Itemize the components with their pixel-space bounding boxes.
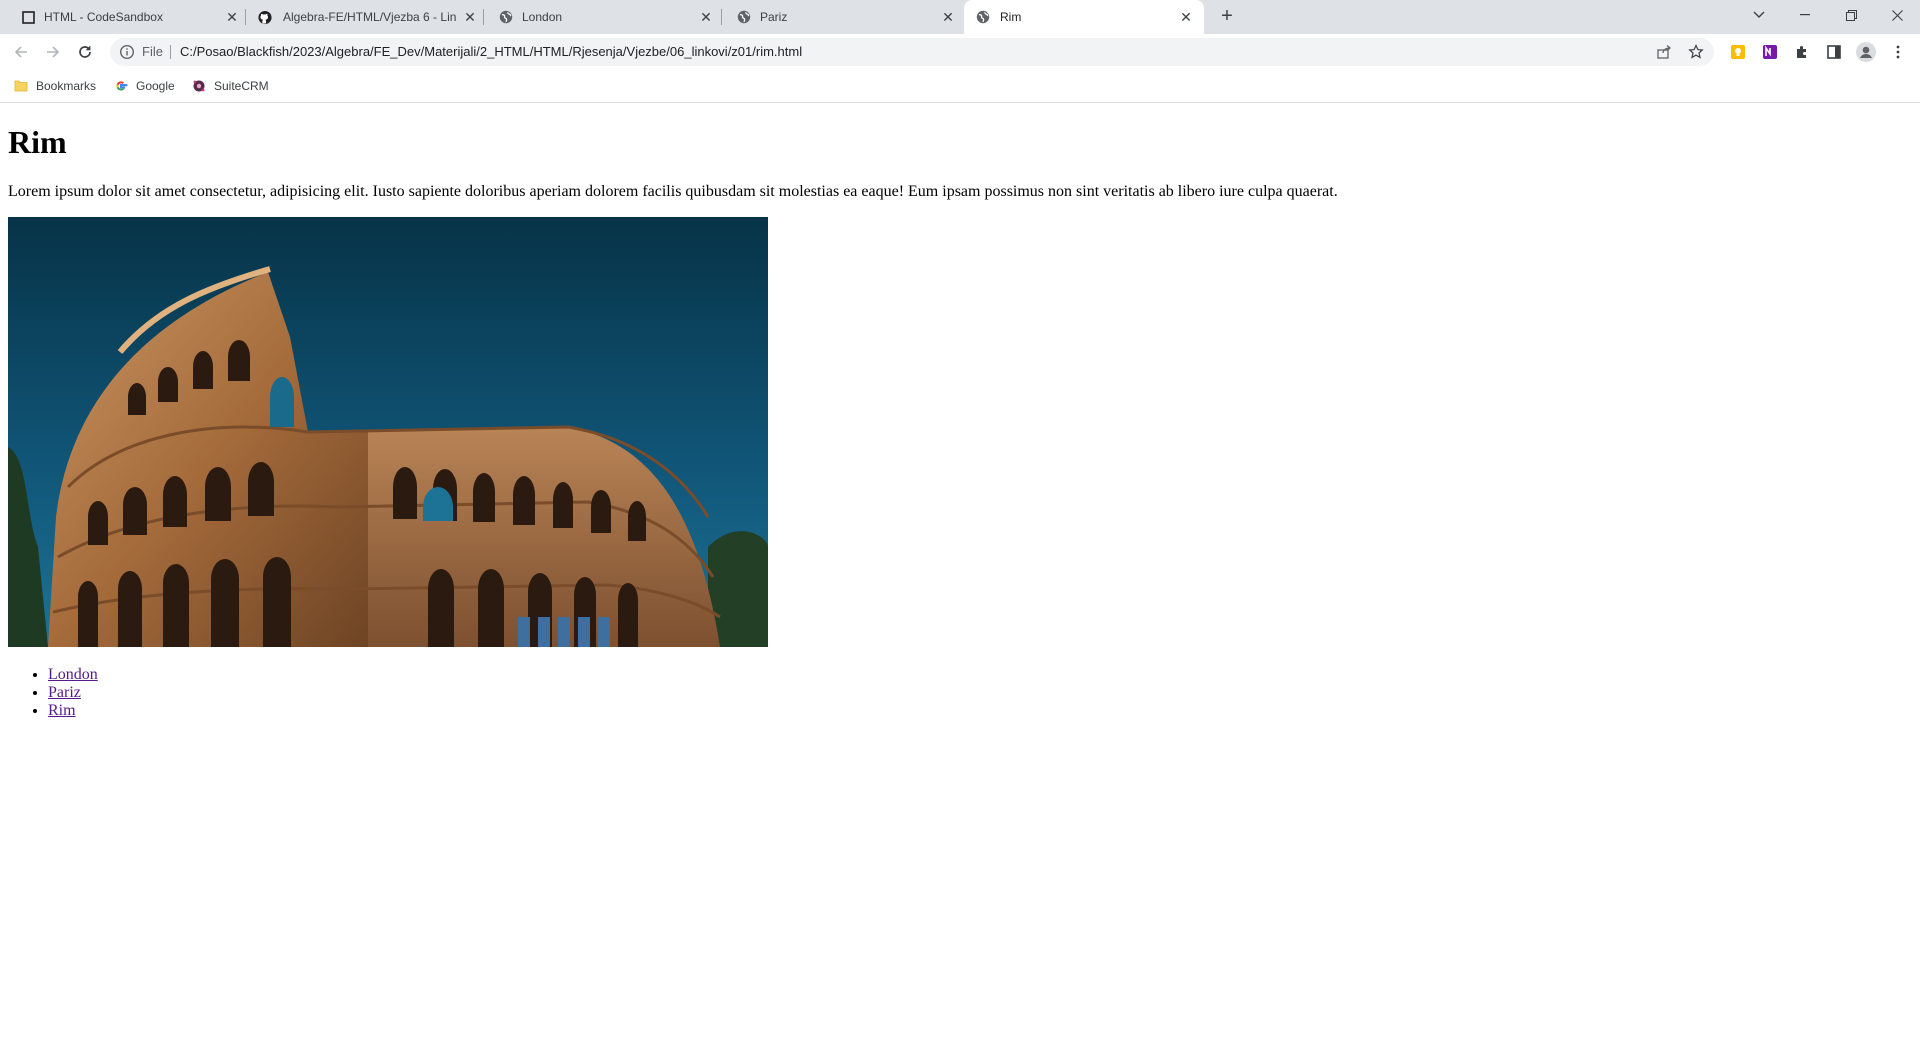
tab-rim[interactable]: Rim ✕ (964, 0, 1204, 34)
tab-title: Rim (1000, 10, 1022, 24)
tab-codesandbox[interactable]: HTML - CodeSandbox ✕ (0, 0, 246, 34)
tab-title: HTML - CodeSandbox (44, 10, 163, 24)
link-london[interactable]: London (48, 666, 98, 683)
toolbar: File C:/Posao/Blackfish/2023/Algebra/FE_… (0, 34, 1920, 70)
city-links: London Pariz Rim (8, 666, 98, 720)
list-item: Rim (48, 702, 98, 720)
menu-kebab-icon[interactable] (1888, 42, 1908, 62)
url-text[interactable]: C:/Posao/Blackfish/2023/Algebra/FE_Dev/M… (180, 44, 802, 59)
bookmark-label: Bookmarks (36, 79, 97, 93)
page-title: Rim (8, 124, 67, 160)
codesandbox-icon (21, 10, 35, 24)
minimize-icon[interactable] (1782, 0, 1828, 30)
onenote-extension-icon[interactable] (1760, 42, 1780, 62)
tab-london[interactable]: London ✕ (484, 0, 722, 34)
extensions-puzzle-icon[interactable] (1792, 42, 1812, 62)
side-panel-icon[interactable] (1824, 42, 1844, 62)
tab-search-icon[interactable] (1736, 0, 1782, 30)
bookmark-google[interactable]: Google (114, 78, 175, 94)
list-item: Pariz (48, 684, 98, 702)
page-content: Rim Lorem ipsum dolor sit amet consectet… (0, 103, 1920, 1040)
link-rim[interactable]: Rim (48, 702, 76, 719)
bookmarks-bar: Bookmarks Google SuiteCRM (0, 70, 1920, 103)
divider (170, 45, 171, 59)
tab-pariz[interactable]: Pariz ✕ (722, 0, 962, 34)
info-icon[interactable] (119, 44, 135, 60)
bookmark-label: Google (136, 79, 175, 93)
new-tab-button[interactable]: + (1216, 6, 1238, 28)
profile-avatar-icon[interactable] (1856, 42, 1876, 62)
close-icon[interactable]: ✕ (462, 9, 478, 25)
close-icon[interactable]: ✕ (940, 9, 956, 25)
folder-icon (14, 79, 28, 93)
forward-icon[interactable] (40, 39, 66, 65)
restore-icon[interactable] (1828, 0, 1874, 30)
scheme-label: File (142, 44, 163, 59)
close-window-icon[interactable] (1874, 0, 1920, 30)
close-icon[interactable]: ✕ (698, 9, 714, 25)
globe-icon (976, 10, 990, 24)
back-icon[interactable] (8, 39, 34, 65)
bookmark-suitecrm[interactable]: SuiteCRM (192, 78, 269, 94)
google-icon (114, 79, 128, 93)
keep-extension-icon[interactable] (1728, 42, 1748, 62)
intro-paragraph: Lorem ipsum dolor sit amet consectetur, … (8, 183, 1338, 200)
close-icon[interactable]: ✕ (224, 9, 240, 25)
tab-title: Algebra-FE/HTML/Vjezba 6 - Lin (283, 10, 457, 24)
tab-strip: HTML - CodeSandbox ✕ Algebra-FE/HTML/Vje… (0, 0, 1920, 34)
reload-icon[interactable] (72, 39, 98, 65)
globe-icon (737, 10, 751, 24)
bookmark-folder[interactable]: Bookmarks (14, 78, 96, 94)
tab-github[interactable]: Algebra-FE/HTML/Vjezba 6 - Lin ✕ (246, 0, 484, 34)
globe-icon (499, 10, 513, 24)
tab-title: London (522, 10, 563, 24)
bookmark-star-icon[interactable] (1688, 44, 1704, 60)
colosseum-image (8, 217, 768, 647)
bookmark-label: SuiteCRM (214, 79, 269, 93)
github-icon (258, 10, 272, 24)
suitecrm-icon (192, 79, 206, 93)
link-pariz[interactable]: Pariz (48, 684, 81, 701)
address-bar[interactable]: File C:/Posao/Blackfish/2023/Algebra/FE_… (110, 38, 1714, 66)
list-item: London (48, 666, 98, 684)
close-icon[interactable]: ✕ (1178, 9, 1194, 25)
share-icon[interactable] (1656, 44, 1672, 60)
tab-title: Pariz (760, 10, 788, 24)
